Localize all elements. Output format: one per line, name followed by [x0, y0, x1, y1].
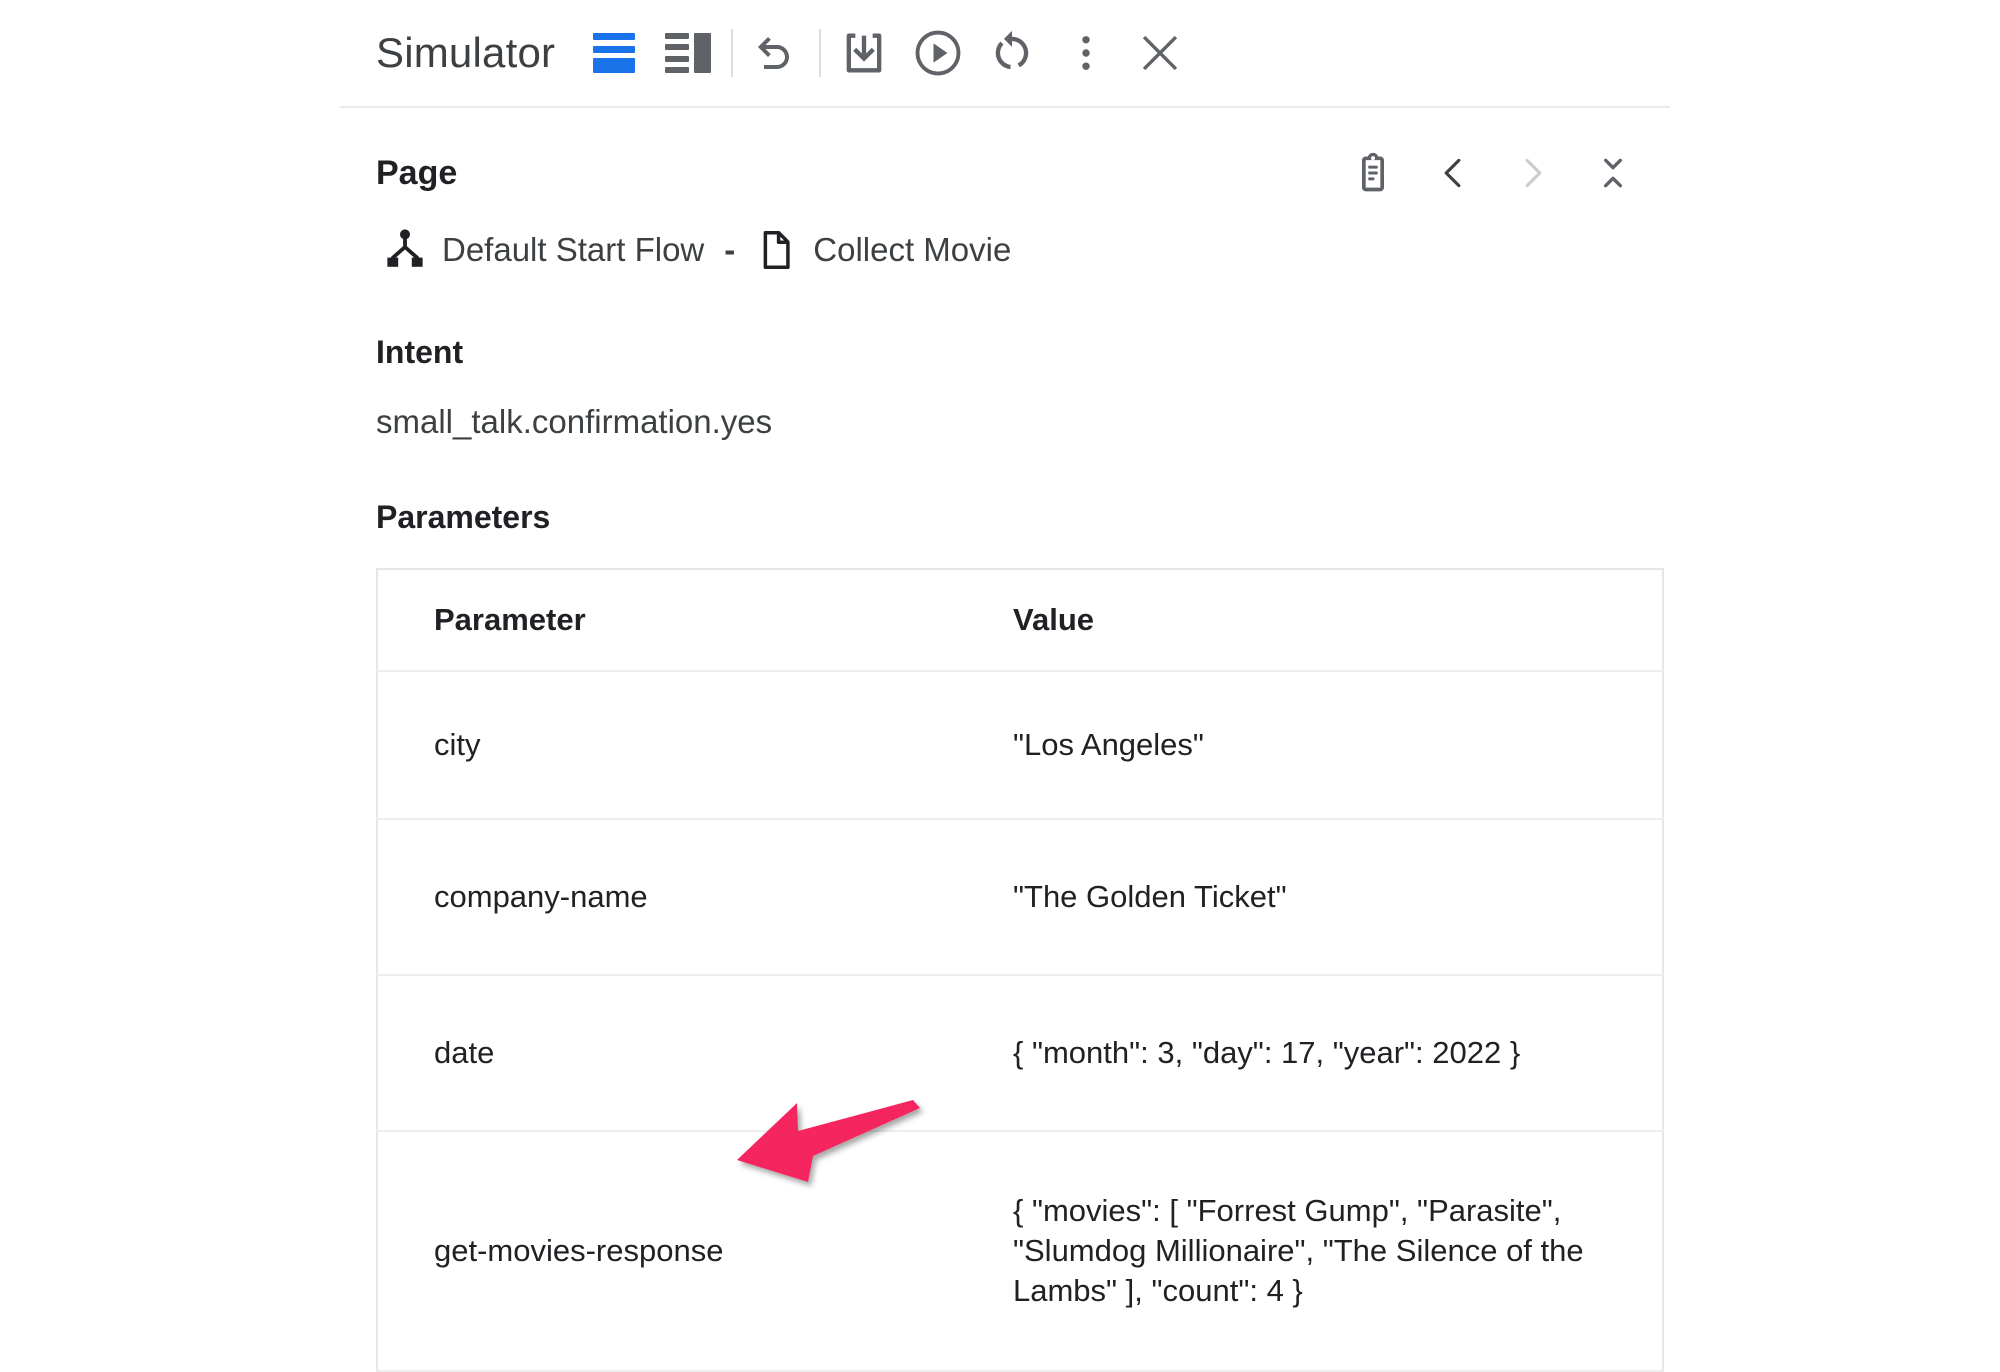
flow-branch-icon — [376, 226, 434, 274]
unfold-less-icon — [1604, 158, 1622, 188]
breadcrumb-separator: - — [724, 231, 736, 268]
simulator-toolbar: Simulator — [340, 0, 1670, 108]
table-row: date { "month": 3, "day": 17, "year": 20… — [377, 975, 1663, 1132]
page-header-row: Page — [376, 142, 1644, 204]
close-icon — [1143, 35, 1178, 71]
parameter-value: { "month": 3, "day": 17, "year": 2022 } — [957, 975, 1663, 1132]
page-document-icon — [747, 228, 805, 272]
restart-icon — [995, 30, 1029, 70]
previous-button[interactable] — [1422, 142, 1484, 204]
more-vert-icon — [1082, 36, 1090, 70]
next-button[interactable] — [1502, 142, 1564, 204]
parameter-name: get-movies-response — [377, 1131, 957, 1372]
parameter-name: company-name — [377, 819, 957, 976]
parameter-value: { "movies": [ "Forrest Gump", "Parasite"… — [957, 1131, 1663, 1372]
toolbar-divider-2 — [819, 29, 822, 77]
parameter-value: "The Golden Ticket" — [957, 819, 1663, 976]
page-name[interactable]: Collect Movie — [813, 231, 1011, 269]
flow-name[interactable]: Default Start Flow — [442, 231, 704, 269]
simulator-panel: Simulator Page Default Start Flow - Coll… — [340, 0, 1670, 1372]
page-section-label: Page — [376, 153, 458, 192]
download-icon — [846, 33, 882, 73]
play-circle-icon — [915, 30, 961, 76]
table-header-row: Parameter Value — [377, 569, 1663, 672]
play-button[interactable] — [901, 16, 975, 90]
rows-layout-icon — [593, 33, 636, 73]
column-header-parameter: Parameter — [377, 569, 957, 672]
chevron-left-icon — [1444, 158, 1461, 188]
parameters-label: Parameters — [376, 499, 551, 535]
split-layout-icon — [665, 33, 712, 73]
view-mode-split-button[interactable] — [651, 16, 725, 90]
restart-button[interactable] — [975, 16, 1049, 90]
parameters-table: Parameter Value city "Los Angeles" compa… — [376, 568, 1664, 1372]
clipboard-icon — [1362, 152, 1384, 192]
intent-label: Intent — [376, 334, 464, 370]
breadcrumb: Default Start Flow - Collect Movie — [376, 226, 1644, 274]
undo-icon — [758, 37, 790, 69]
undo-button[interactable] — [739, 16, 813, 90]
table-row: get-movies-response { "movies": [ "Forre… — [377, 1131, 1663, 1372]
column-header-value: Value — [957, 569, 1663, 672]
parameter-name: date — [377, 975, 957, 1132]
simulator-body: Page Default Start Flow - Collect Movie … — [340, 142, 1670, 1372]
chevron-right-icon — [1525, 158, 1542, 188]
copy-to-clipboard-button[interactable] — [1342, 142, 1404, 204]
parameter-value: "Los Angeles" — [957, 671, 1663, 820]
more-options-button[interactable] — [1049, 16, 1123, 90]
table-row: company-name "The Golden Ticket" — [377, 819, 1663, 976]
window-title: Simulator — [376, 29, 556, 76]
toolbar-divider — [731, 29, 734, 77]
intent-value: small_talk.confirmation.yes — [376, 403, 773, 440]
view-mode-rows-button[interactable] — [577, 16, 651, 90]
table-row: city "Los Angeles" — [377, 671, 1663, 820]
download-button[interactable] — [827, 16, 901, 90]
collapse-button[interactable] — [1582, 142, 1644, 204]
parameter-name: city — [377, 671, 957, 820]
close-button[interactable] — [1123, 16, 1197, 90]
